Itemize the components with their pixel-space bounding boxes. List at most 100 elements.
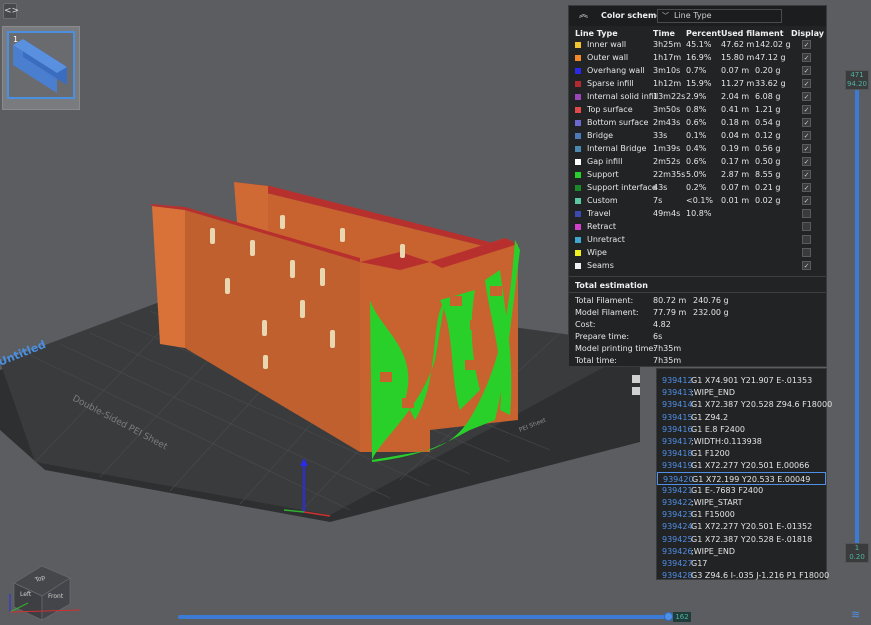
chevron-down-icon: ﹀	[662, 12, 669, 20]
display-checkbox[interactable]	[802, 248, 811, 257]
legend-row: Unretract	[569, 234, 826, 247]
col-header-used: Used filament	[721, 29, 784, 38]
bottom-layer-number: 1	[854, 544, 860, 552]
display-checkbox[interactable]: ✓	[802, 92, 811, 101]
estimation-row: Cost: 4.82	[569, 320, 826, 332]
estimation-title: Total estimation	[575, 281, 648, 290]
viewcube-left: Left	[20, 591, 32, 598]
legend-percent: 45.1%	[686, 40, 712, 49]
legend-percent: 10.8%	[686, 209, 712, 218]
gcode-command: G3 Z94.6 I-.035 J-1.216 P1 F18000	[691, 571, 830, 581]
legend-swatch	[575, 146, 581, 152]
legend-row: Travel 49m4s 10.8%	[569, 208, 826, 221]
gcode-line[interactable]: 939415 G1 Z94.2	[657, 411, 826, 424]
move-slider-track[interactable]	[178, 615, 668, 619]
gcode-line-number: 939415	[662, 412, 693, 422]
gcode-line[interactable]: 939425 G1 X72.387 Y20.528 E-.01818	[657, 533, 826, 546]
move-slider-handle[interactable]	[664, 612, 673, 621]
legend-name: Travel	[587, 209, 611, 218]
legend-percent: 0.1%	[686, 131, 707, 140]
scroll-down-icon[interactable]	[632, 387, 640, 395]
display-checkbox[interactable]: ✓	[802, 157, 811, 166]
gcode-command: G1 F15000	[691, 510, 735, 520]
legend-row: Custom 7s <0.1% 0.01 m 0.02 g ✓	[569, 195, 826, 208]
gcode-line[interactable]: 939423 G1 F15000	[657, 508, 826, 521]
legend-g: 0.56 g	[755, 144, 781, 153]
display-checkbox[interactable]	[802, 235, 811, 244]
gcode-line[interactable]: 939427 G17	[657, 557, 826, 570]
legend-time: 13m22s	[653, 92, 686, 101]
color-scheme-select[interactable]: ﹀ Line Type	[657, 9, 782, 23]
layer-slider-bottom-handle[interactable]: 1 0.20	[845, 543, 869, 563]
gcode-line-number: 939416	[662, 424, 693, 434]
gcode-line-number: 939424	[662, 522, 693, 532]
estimation-v2: 232.00 g	[693, 308, 729, 317]
legend-row: Outer wall 1h17m 16.9% 15.80 m 47.12 g ✓	[569, 52, 826, 65]
legend-swatch	[575, 263, 581, 269]
legend-name: Bridge	[587, 131, 614, 140]
display-checkbox[interactable]: ✓	[802, 183, 811, 192]
gcode-line[interactable]: 939418 G1 F1200	[657, 447, 826, 460]
display-checkbox[interactable]	[802, 209, 811, 218]
gcode-line[interactable]: 939421 G1 E-.7683 F2400	[657, 484, 826, 497]
legend-name: Gap infill	[587, 157, 623, 166]
gcode-line[interactable]: 939422 ;WIPE_START	[657, 496, 826, 509]
legend-g: 0.50 g	[755, 157, 781, 166]
legend-m: 0.07 m	[721, 183, 750, 192]
legend-swatch	[575, 81, 581, 87]
layers-icon[interactable]: ≋	[851, 608, 863, 621]
display-checkbox[interactable]: ✓	[802, 79, 811, 88]
layer-slider-top-handle[interactable]: 471 94.20	[845, 70, 869, 90]
gcode-command: G1 X72.387 Y20.528 Z94.6 F18000	[691, 400, 833, 410]
display-checkbox[interactable]: ✓	[802, 118, 811, 127]
sidebar-collapse-button[interactable]: <>	[3, 3, 19, 19]
plate-thumbnail[interactable]: 1	[2, 26, 80, 110]
legend-m: 2.87 m	[721, 170, 750, 179]
layer-slider-track[interactable]	[855, 82, 859, 552]
legend-percent: 0.6%	[686, 157, 707, 166]
gcode-line[interactable]: 939414 G1 X72.387 Y20.528 Z94.6 F18000	[657, 398, 832, 411]
gcode-current-line[interactable]: 939420 G1 X72.199 Y20.533 E.00049	[657, 471, 826, 485]
display-checkbox[interactable]: ✓	[802, 66, 811, 75]
col-header-display: Display	[791, 29, 824, 38]
gcode-line[interactable]: 939412 G1 X74.901 Y21.907 E-.01353	[657, 374, 826, 387]
display-checkbox[interactable]: ✓	[802, 144, 811, 153]
gcode-line[interactable]: 939413 ;WIPE_END	[657, 386, 826, 399]
display-checkbox[interactable]: ✓	[802, 105, 811, 114]
gcode-panel[interactable]: 939412 G1 X74.901 Y21.907 E-.01353 939413;…	[656, 368, 832, 582]
display-checkbox[interactable]: ✓	[802, 40, 811, 49]
estimation-v1: 6s	[653, 332, 663, 341]
view-cube[interactable]: Top Left Front	[9, 565, 81, 621]
display-checkbox[interactable]: ✓	[802, 261, 811, 270]
legend-row: Overhang wall 3m10s 0.7% 0.07 m 0.20 g ✓	[569, 65, 826, 78]
legend-time: 2m43s	[653, 118, 681, 127]
gcode-line[interactable]: 939416 G1 E.8 F2400	[657, 423, 826, 436]
legend-name: Support	[587, 170, 619, 179]
estimation-row: Model Filament: 77.79 m 232.00 g	[569, 308, 826, 320]
gcode-line-number: 939413	[662, 388, 693, 398]
legend-header: ︽ Color scheme ﹀ Line Type	[569, 6, 826, 26]
legend-panel: ︽ Color scheme ﹀ Line Type Line Type Tim…	[568, 5, 827, 367]
collapse-legend-icon[interactable]: ︽	[579, 9, 591, 21]
display-checkbox[interactable]: ✓	[802, 196, 811, 205]
legend-name: Sparse infill	[587, 79, 634, 88]
legend-m: 0.17 m	[721, 157, 750, 166]
display-checkbox[interactable]: ✓	[802, 170, 811, 179]
legend-swatch	[575, 185, 581, 191]
scroll-up-icon[interactable]	[632, 375, 640, 383]
gcode-line-number: 939414	[662, 400, 693, 410]
gcode-line[interactable]: 939428 G3 Z94.6 I-.035 J-1.216 P1 F18000	[657, 569, 830, 582]
display-checkbox[interactable]: ✓	[802, 53, 811, 62]
estimation-label: Cost:	[575, 320, 596, 329]
gcode-line-number: 939427	[662, 559, 693, 568]
estimation-v1: 4.82	[653, 320, 671, 329]
legend-m: 2.04 m	[721, 92, 750, 101]
gcode-line[interactable]: 939424 G1 X72.277 Y20.501 E-.01352	[657, 520, 826, 533]
display-checkbox[interactable]	[802, 222, 811, 231]
gcode-line[interactable]: 939417 ;WIDTH:0.113938	[657, 435, 826, 448]
display-checkbox[interactable]: ✓	[802, 131, 811, 140]
gcode-line[interactable]: 939419 G1 X72.277 Y20.501 E.00066	[657, 459, 826, 472]
legend-m: 0.01 m	[721, 196, 750, 205]
gcode-command: G1 Z94.2	[691, 412, 729, 422]
gcode-line[interactable]: 939426 ;WIPE_END	[657, 545, 826, 558]
